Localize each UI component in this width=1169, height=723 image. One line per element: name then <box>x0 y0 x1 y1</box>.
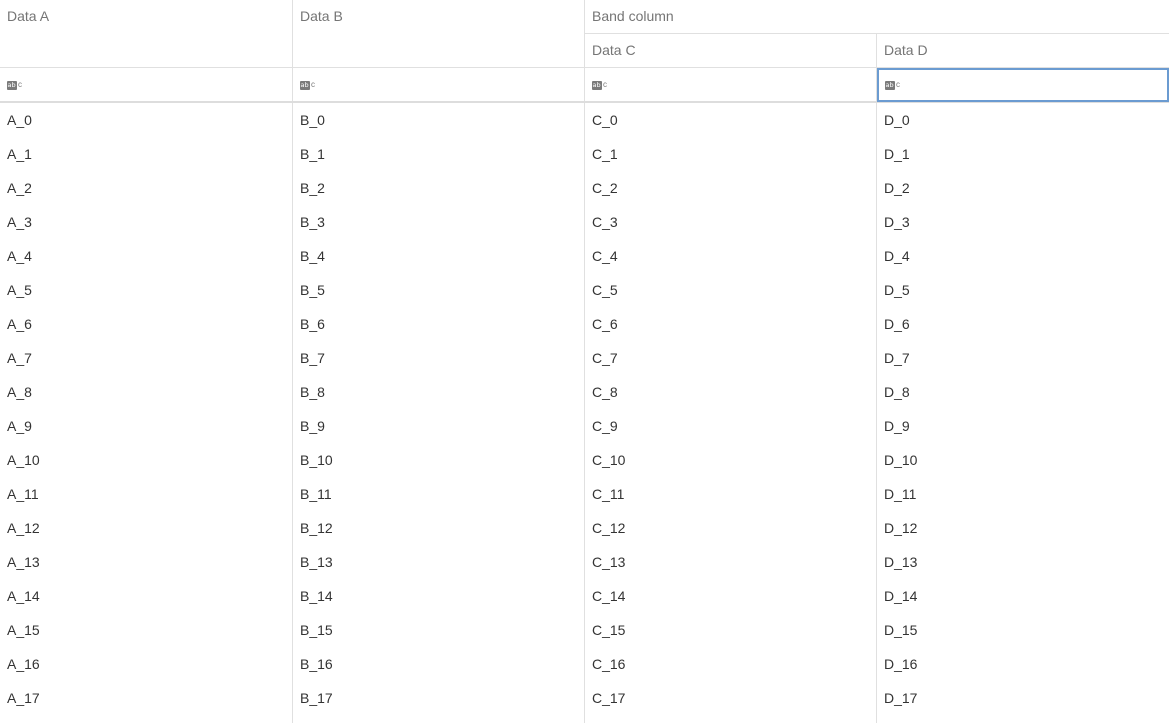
filter-input-data-b[interactable] <box>317 68 580 102</box>
text-filter-icon[interactable]: c <box>300 80 315 90</box>
table-cell[interactable]: A_1 <box>0 137 292 171</box>
table-cell[interactable]: D_6 <box>877 307 1169 341</box>
table-cell[interactable]: D_10 <box>877 443 1169 477</box>
table-cell[interactable]: D_7 <box>877 341 1169 375</box>
table-cell[interactable]: B_14 <box>293 579 584 613</box>
filter-cell-data-b[interactable]: c <box>293 68 584 102</box>
table-cell[interactable]: D_12 <box>877 511 1169 545</box>
table-cell[interactable]: A_8 <box>0 375 292 409</box>
table-cell[interactable]: D_11 <box>877 477 1169 511</box>
table-cell[interactable]: D_8 <box>877 375 1169 409</box>
table-cell[interactable]: B_11 <box>293 477 584 511</box>
table-cell[interactable]: A_6 <box>0 307 292 341</box>
table-cell[interactable]: A_0 <box>0 103 292 137</box>
table-cell[interactable]: D_13 <box>877 545 1169 579</box>
table-cell[interactable]: A_2 <box>0 171 292 205</box>
table-cell[interactable]: D_2 <box>877 171 1169 205</box>
table-cell[interactable]: C_12 <box>585 511 876 545</box>
table-cell[interactable]: B_7 <box>293 341 584 375</box>
text-filter-icon[interactable]: c <box>592 80 607 90</box>
table-cell[interactable]: C_4 <box>585 239 876 273</box>
table-cell[interactable]: B_3 <box>293 205 584 239</box>
table-cell[interactable]: D_17 <box>877 681 1169 715</box>
table-cell[interactable]: A_7 <box>0 341 292 375</box>
table-cell[interactable]: A_17 <box>0 681 292 715</box>
table-cell[interactable]: C_10 <box>585 443 876 477</box>
table-cell[interactable]: D_16 <box>877 647 1169 681</box>
table-cell[interactable]: B_15 <box>293 613 584 647</box>
table-cell[interactable]: B_5 <box>293 273 584 307</box>
data-grid: Data A Data B Band column Data C Data D … <box>0 0 1169 723</box>
column-header-data-c[interactable]: Data C <box>585 34 876 66</box>
table-cell[interactable]: D_14 <box>877 579 1169 613</box>
table-cell[interactable]: B_8 <box>293 375 584 409</box>
band-column-header[interactable]: Band column <box>585 0 1169 32</box>
table-cell[interactable]: B_0 <box>293 103 584 137</box>
table-cell[interactable]: A_14 <box>0 579 292 613</box>
table-cell[interactable]: D_4 <box>877 239 1169 273</box>
table-cell[interactable]: C_1 <box>585 137 876 171</box>
table-cell[interactable]: C_9 <box>585 409 876 443</box>
table-cell[interactable]: B_6 <box>293 307 584 341</box>
table-cell[interactable]: C_0 <box>585 103 876 137</box>
table-cell[interactable]: A_3 <box>0 205 292 239</box>
text-filter-icon[interactable]: c <box>7 80 22 90</box>
table-cell[interactable]: C_2 <box>585 171 876 205</box>
filter-cell-data-d[interactable]: c <box>877 68 1169 102</box>
filter-input-data-a[interactable] <box>24 68 288 102</box>
table-cell[interactable]: C_15 <box>585 613 876 647</box>
table-cell[interactable]: D_15 <box>877 613 1169 647</box>
table-cell[interactable]: C_8 <box>585 375 876 409</box>
table-cell[interactable]: C_17 <box>585 681 876 715</box>
table-cell[interactable]: B_12 <box>293 511 584 545</box>
column-header-data-b[interactable]: Data B <box>293 0 584 32</box>
table-cell[interactable]: B_16 <box>293 647 584 681</box>
table-cell[interactable]: A_16 <box>0 647 292 681</box>
table-cell[interactable]: C_3 <box>585 205 876 239</box>
table-cell[interactable]: C_7 <box>585 341 876 375</box>
table-cell[interactable]: A_11 <box>0 477 292 511</box>
table-cell[interactable]: C_11 <box>585 477 876 511</box>
filter-input-data-c[interactable] <box>609 68 872 102</box>
table-cell[interactable]: B_1 <box>293 137 584 171</box>
table-cell[interactable]: D_1 <box>877 137 1169 171</box>
table-cell[interactable]: A_9 <box>0 409 292 443</box>
filter-input-data-d[interactable] <box>903 70 1163 100</box>
table-cell[interactable]: C_5 <box>585 273 876 307</box>
text-filter-icon[interactable]: c <box>885 80 900 90</box>
table-cell[interactable]: A_4 <box>0 239 292 273</box>
table-cell[interactable]: D_3 <box>877 205 1169 239</box>
table-cell[interactable]: A_15 <box>0 613 292 647</box>
column-header-data-a[interactable]: Data A <box>0 0 292 32</box>
table-cell[interactable]: C_16 <box>585 647 876 681</box>
table-cell[interactable]: B_2 <box>293 171 584 205</box>
table-cell[interactable]: C_14 <box>585 579 876 613</box>
filter-cell-data-a[interactable]: c <box>0 68 292 102</box>
table-cell[interactable]: D_9 <box>877 409 1169 443</box>
table-cell[interactable]: C_13 <box>585 545 876 579</box>
table-cell[interactable]: D_0 <box>877 103 1169 137</box>
table-cell[interactable]: B_9 <box>293 409 584 443</box>
table-cell[interactable]: A_5 <box>0 273 292 307</box>
table-cell[interactable]: B_17 <box>293 681 584 715</box>
table-cell[interactable]: A_12 <box>0 511 292 545</box>
filter-cell-data-c[interactable]: c <box>585 68 876 102</box>
table-cell[interactable]: B_13 <box>293 545 584 579</box>
table-cell[interactable]: A_10 <box>0 443 292 477</box>
table-cell[interactable]: B_10 <box>293 443 584 477</box>
table-cell[interactable]: B_4 <box>293 239 584 273</box>
table-cell[interactable]: C_6 <box>585 307 876 341</box>
column-header-data-d[interactable]: Data D <box>877 34 1169 66</box>
table-cell[interactable]: A_13 <box>0 545 292 579</box>
table-cell[interactable]: D_5 <box>877 273 1169 307</box>
